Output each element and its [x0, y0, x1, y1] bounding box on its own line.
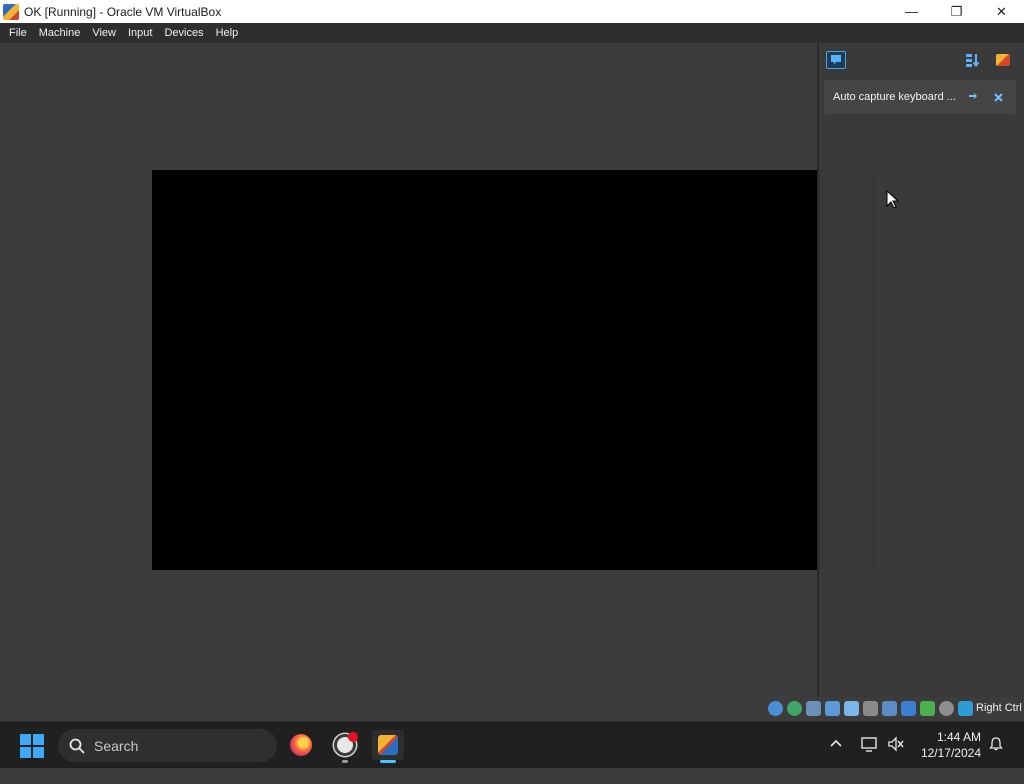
shared-folders-icon[interactable] [825, 701, 840, 716]
cpu-icon[interactable] [882, 701, 897, 716]
close-button[interactable]: ✕ [979, 0, 1024, 23]
window-title: OK [Running] - Oracle VM VirtualBox [24, 4, 222, 19]
minimize-button[interactable]: — [889, 0, 934, 23]
recording-badge-icon [348, 732, 358, 742]
start-button[interactable] [20, 734, 44, 758]
network-tray-icon[interactable] [861, 736, 879, 752]
menu-help[interactable]: Help [211, 27, 244, 39]
host-key-icon[interactable] [958, 701, 973, 716]
menu-input[interactable]: Input [123, 27, 157, 39]
network-icon[interactable] [787, 701, 802, 716]
windows-logo-icon [20, 734, 31, 745]
usb-icon[interactable] [806, 701, 821, 716]
keyboard-icon[interactable] [920, 701, 935, 716]
search-icon [69, 738, 85, 754]
window-controls: — ❐ ✕ [889, 0, 1024, 23]
sort-icon[interactable] [964, 51, 982, 69]
firefox-icon [290, 734, 312, 756]
optical-drive-icon[interactable] [768, 701, 783, 716]
notification-center-panel: Auto capture keyboard ... [817, 43, 1024, 697]
obs-running-indicator [342, 760, 348, 763]
menu-bar: File Machine View Input Devices Help [0, 23, 1024, 43]
panel-shade [819, 170, 874, 570]
window-titlebar[interactable]: OK [Running] - Oracle VM VirtualBox — ❐ … [0, 0, 1024, 23]
volume-muted-icon[interactable] [887, 736, 905, 752]
virtualbox-icon[interactable] [994, 51, 1012, 69]
video-capture-icon[interactable] [901, 701, 916, 716]
vm-status-bar: Right Ctrl [0, 697, 1024, 721]
taskbar-virtualbox[interactable] [372, 730, 404, 760]
virtualbox-taskbar-icon [378, 735, 398, 755]
windows-taskbar: Search 1:44 AM 12/17/2024 [0, 721, 1024, 768]
mouse-cursor-icon [886, 189, 900, 210]
clock-date: 12/17/2024 [920, 746, 981, 760]
menu-view[interactable]: View [87, 27, 121, 39]
taskbar-search[interactable]: Search [58, 729, 277, 762]
status-icons [768, 701, 977, 716]
notification-item[interactable]: Auto capture keyboard ... [824, 80, 1016, 114]
notification-bell-icon[interactable] [988, 736, 1004, 752]
mouse-integration-icon[interactable] [939, 701, 954, 716]
clock-time: 1:44 AM [936, 730, 981, 744]
menu-file[interactable]: File [4, 27, 32, 39]
menu-devices[interactable]: Devices [159, 27, 208, 39]
close-icon[interactable] [991, 90, 1005, 104]
menu-machine[interactable]: Machine [34, 27, 86, 39]
more-icon[interactable] [966, 90, 980, 104]
notification-center-icon[interactable] [826, 51, 846, 69]
taskbar-firefox[interactable] [285, 730, 317, 760]
virtualbox-active-indicator [380, 760, 396, 763]
taskbar-clock[interactable]: 1:44 AM 12/17/2024 [915, 729, 981, 761]
virtualbox-app-icon[interactable] [3, 3, 19, 20]
search-placeholder: Search [94, 737, 139, 754]
vm-screen[interactable] [152, 170, 817, 570]
restore-button[interactable]: ❐ [934, 0, 979, 23]
show-hidden-icons-chevron-icon[interactable] [829, 737, 843, 784]
host-key-label: Right Ctrl [976, 702, 1022, 714]
notification-text: Auto capture keyboard ... [833, 91, 956, 103]
display-icon[interactable] [844, 701, 859, 716]
recording-icon[interactable] [863, 701, 878, 716]
vm-display-area[interactable] [0, 43, 817, 697]
